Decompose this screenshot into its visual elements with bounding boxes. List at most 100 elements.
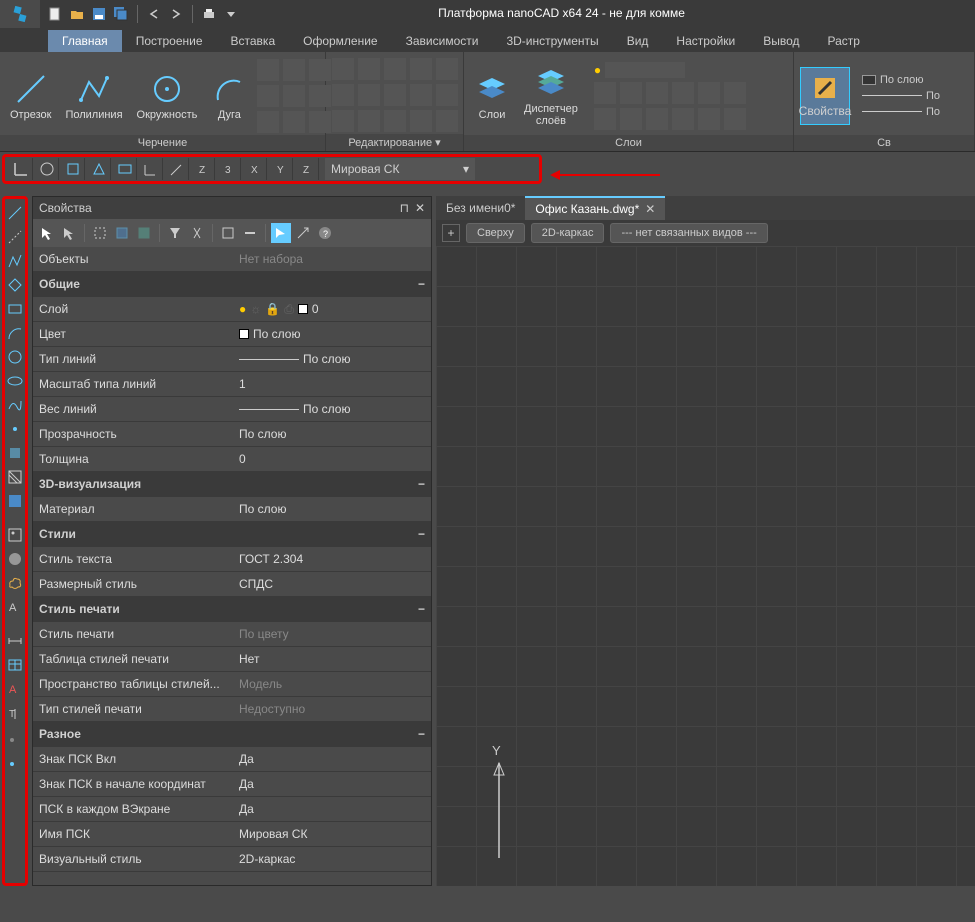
layer-manager-button[interactable]: Диспетчер слоёв [520,63,582,129]
layer-t10-icon[interactable] [672,108,694,130]
layer-t4-icon[interactable] [672,82,694,104]
bulb-icon[interactable]: ● [594,63,601,77]
tab-settings[interactable]: Настройки [662,30,749,52]
draw-tool-1-icon[interactable] [257,59,279,81]
prop-layer[interactable]: Слой●☼🔒⎙0 [33,297,431,322]
prop-group-print[interactable]: Стиль печати− [33,597,431,622]
doc-tab-office[interactable]: Офис Казань.dwg*✕ [525,196,665,220]
layer-t5-icon[interactable] [698,82,720,104]
doc-tab-unnamed[interactable]: Без имени0* [436,197,525,219]
lweight-bylayer[interactable]: По [862,106,940,118]
draw-tool-7-icon[interactable] [257,111,279,133]
new-file-icon[interactable] [46,5,64,23]
rail-circle-icon[interactable] [5,347,25,367]
view-top-button[interactable]: Сверху [466,223,525,243]
rail-polyline-icon[interactable] [5,251,25,271]
mirror-icon[interactable] [358,84,380,106]
draw-tool-4-icon[interactable] [257,85,279,107]
ucs-name-combo[interactable]: Мировая СК ▾ [325,158,475,180]
rail-misc1-icon[interactable] [5,727,25,747]
erase-icon[interactable] [410,58,432,80]
rail-arc-icon[interactable] [5,323,25,343]
prop-pspace[interactable]: Пространство таблицы стилей...Модель [33,672,431,697]
stretch-icon[interactable] [332,110,354,132]
filter2-icon[interactable] [187,223,207,243]
ucs-view-icon[interactable] [113,158,137,180]
rail-wipeout-icon[interactable] [5,549,25,569]
canvas[interactable]: Y [436,246,975,886]
view-wireframe-button[interactable]: 2D-каркас [531,223,605,243]
rail-point-icon[interactable] [5,419,25,439]
prop-color[interactable]: ЦветПо слою [33,322,431,347]
rail-ray-icon[interactable] [5,227,25,247]
tab-view[interactable]: Вид [613,30,663,52]
ucs-world-icon[interactable] [9,158,33,180]
rotate-icon[interactable] [358,58,380,80]
prop-group-misc[interactable]: Разное− [33,722,431,747]
layer-t9-icon[interactable] [646,108,668,130]
line-button[interactable]: Отрезок [6,69,55,123]
prop-ucs-on[interactable]: Знак ПСК ВклДа [33,747,431,772]
tab-constraints[interactable]: Зависимости [392,30,493,52]
prop-ltype[interactable]: Тип линийПо слою [33,347,431,372]
sel-win-icon[interactable] [112,223,132,243]
rail-dim-icon[interactable] [5,631,25,651]
view-linked-combo[interactable]: --- нет связанных видов --- [610,223,767,243]
ribbon-panel-edit-label[interactable]: Редактирование ▾ [326,134,463,151]
close-icon[interactable]: ✕ [415,201,425,215]
arc-button[interactable]: Дуга [207,69,251,123]
ucs-zaxis-icon[interactable] [165,158,189,180]
open-file-icon[interactable] [68,5,86,23]
layer-t1-icon[interactable] [594,82,616,104]
layer-t6-icon[interactable] [724,82,746,104]
prop-group-general[interactable]: Общие− [33,272,431,297]
polyline-button[interactable]: Полилиния [61,69,126,123]
sel-rect-icon[interactable] [90,223,110,243]
tab-insert[interactable]: Вставка [217,30,290,52]
offset-icon[interactable] [410,110,432,132]
ucs-x-icon[interactable]: X [243,158,267,180]
rail-table-icon[interactable] [5,655,25,675]
qat-dropdown-icon[interactable] [222,5,240,23]
prop-ptable[interactable]: Таблица стилей печатиНет [33,647,431,672]
deselect-icon[interactable] [240,223,260,243]
rail-text-style-icon[interactable]: A [5,679,25,699]
undo-icon[interactable] [145,5,163,23]
prop-lweight[interactable]: Вес линийПо слою [33,397,431,422]
tab-format[interactable]: Оформление [289,30,391,52]
prop-ucs-origin[interactable]: Знак ПСК в начале координатДа [33,772,431,797]
prop-objects-row[interactable]: Объекты Нет набора [33,247,431,272]
ucs-object-icon[interactable] [87,158,111,180]
edit-tool-10-icon[interactable] [436,84,458,106]
layer-combo[interactable] [605,62,685,78]
filter1-icon[interactable] [165,223,185,243]
layer-t3-icon[interactable] [646,82,668,104]
layer-t2-icon[interactable] [620,82,642,104]
color-bylayer[interactable]: По слою [862,74,940,86]
prop-vstyle[interactable]: Визуальный стиль2D-каркас [33,847,431,872]
tab-raster[interactable]: Растр [814,30,874,52]
rail-hatch-icon[interactable] [5,467,25,487]
save-icon[interactable] [90,5,108,23]
pin-icon[interactable]: ⊓ [400,201,409,215]
rail-leader-icon[interactable]: T [5,703,25,723]
zoom-sel-icon[interactable] [293,223,313,243]
prop-ucs-vp[interactable]: ПСК в каждом ВЭкранеДа [33,797,431,822]
ribbon-panel-properties-label[interactable]: Св [794,135,974,151]
highlight-sel-icon[interactable] [271,223,291,243]
ucs-prev-icon[interactable] [35,158,59,180]
explode-icon[interactable] [410,84,432,106]
rail-spline-icon[interactable] [5,395,25,415]
layer-t12-icon[interactable] [724,108,746,130]
ucs-z2-icon[interactable]: Z [295,158,319,180]
rail-mtext-icon[interactable]: A [5,597,25,617]
prop-tstyle[interactable]: Стиль текстаГОСТ 2.304 [33,547,431,572]
sel-cross-icon[interactable] [134,223,154,243]
ribbon-panel-layers-label[interactable]: Слои [464,135,793,151]
ucs-z-icon[interactable]: Z [191,158,215,180]
draw-tool-8-icon[interactable] [283,111,305,133]
prop-ptype[interactable]: Тип стилей печатиНедоступно [33,697,431,722]
move-icon[interactable] [332,58,354,80]
rail-rect-icon[interactable] [5,299,25,319]
close-tab-icon[interactable]: ✕ [645,202,655,216]
